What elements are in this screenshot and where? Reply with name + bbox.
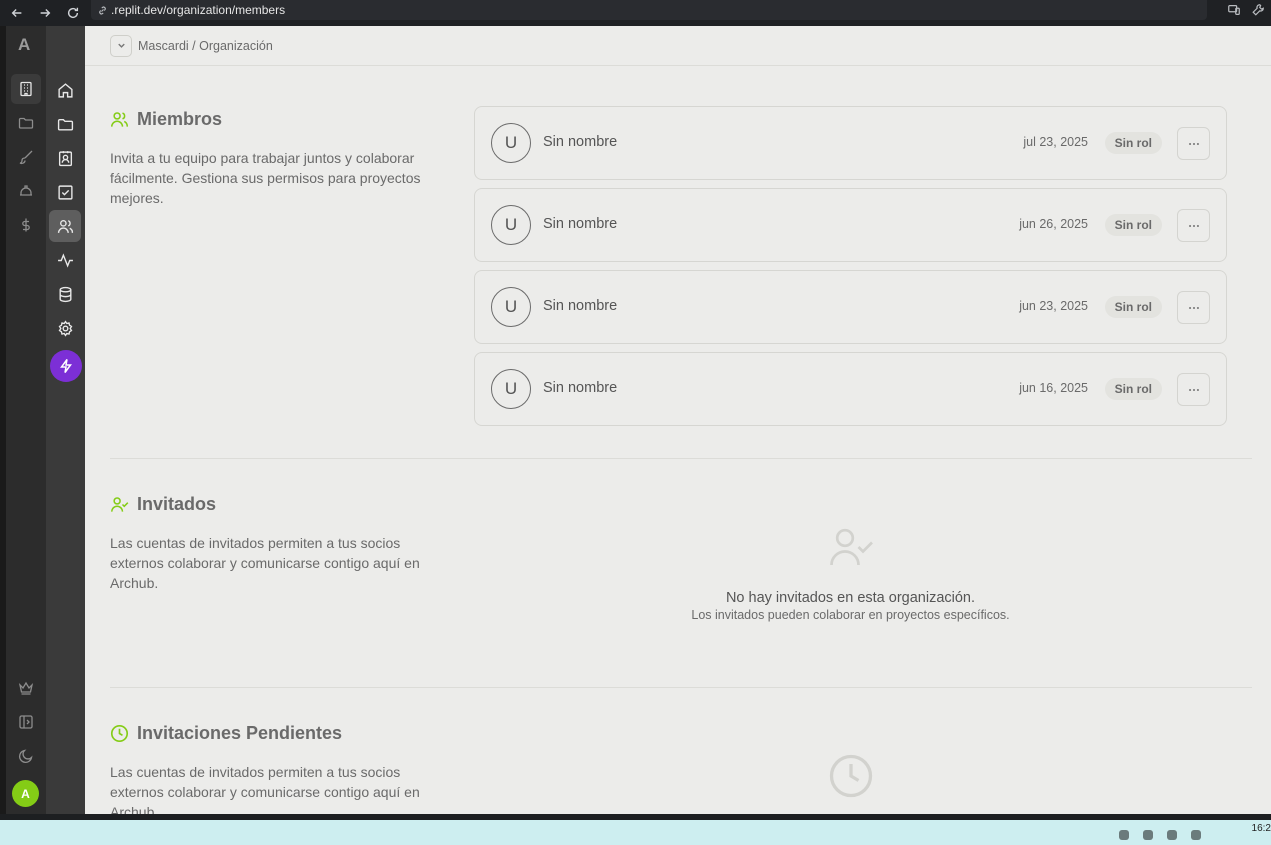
user-avatar[interactable]: A: [12, 780, 39, 807]
clock: 16:2: [1251, 823, 1271, 834]
link-icon: [99, 6, 106, 14]
tray-icon[interactable]: [1119, 830, 1129, 840]
dollar-icon[interactable]: [11, 210, 41, 240]
member-date: jun 26, 2025: [1019, 217, 1088, 231]
guests-empty-state: No hay invitados en esta organización. L…: [474, 523, 1227, 622]
address-bar[interactable]: .replit.dev/organization/members: [91, 0, 1207, 20]
sidebar-toggle-icon[interactable]: [11, 707, 41, 737]
member-name: Sin nombre: [543, 298, 618, 314]
clock-icon: [829, 754, 872, 798]
chevron-down-icon[interactable]: [110, 34, 132, 57]
volume-icon[interactable]: [1167, 830, 1177, 840]
member-card: U Sin nombre jun 23, 2025 Sin rol: [474, 270, 1227, 344]
empty-title: No hay invitados en esta organización.: [725, 590, 976, 606]
role-badge[interactable]: Sin rol: [1104, 378, 1162, 400]
contacts-icon[interactable]: [49, 142, 81, 174]
clock-icon: [110, 724, 129, 743]
reload-icon[interactable]: [62, 2, 84, 24]
tasks-checkbox-icon[interactable]: [49, 176, 81, 208]
role-badge[interactable]: Sin rol: [1104, 214, 1162, 236]
projects-folder-icon[interactable]: [49, 108, 81, 140]
more-options-icon[interactable]: [1177, 291, 1210, 324]
folder-icon[interactable]: [11, 108, 41, 138]
divider: [110, 458, 1252, 459]
more-options-icon[interactable]: [1177, 373, 1210, 406]
construction-helmet-icon[interactable]: [11, 176, 41, 206]
system-tray: [1119, 830, 1201, 840]
member-card: U Sin nombre jun 16, 2025 Sin rol: [474, 352, 1227, 426]
network-icon[interactable]: [1143, 830, 1153, 840]
battery-icon[interactable]: [1191, 830, 1201, 840]
wrench-icon[interactable]: [1251, 3, 1265, 17]
role-badge[interactable]: Sin rol: [1104, 132, 1162, 154]
members-icon[interactable]: [49, 210, 81, 242]
section-description: Invita a tu equipo para trabajar juntos …: [110, 150, 421, 206]
member-date: jun 16, 2025: [1019, 381, 1088, 395]
brush-icon[interactable]: [11, 142, 41, 172]
browser-toolbar: .replit.dev/organization/members: [0, 0, 1271, 26]
database-icon[interactable]: [49, 278, 81, 310]
section-title: Invitaciones Pendientes: [137, 723, 343, 743]
member-name: Sin nombre: [543, 134, 618, 150]
member-name: Sin nombre: [543, 216, 618, 232]
settings-gear-icon[interactable]: [49, 312, 81, 344]
member-avatar: U: [491, 205, 531, 245]
home-icon[interactable]: [49, 74, 81, 106]
main-content: Mascardi / Organización Miembros Invita …: [85, 26, 1271, 814]
pending-empty-state: [474, 752, 1227, 805]
section-title: Miembros: [137, 109, 223, 129]
organization-icon[interactable]: [11, 74, 41, 104]
empty-subtitle: Los invitados pueden colaborar en proyec…: [691, 608, 1010, 622]
workspace-rail: A A: [0, 26, 46, 814]
bolt-icon[interactable]: [50, 350, 82, 382]
section-description: Las cuentas de invitados permiten a tus …: [110, 535, 420, 591]
member-avatar: U: [491, 369, 531, 409]
users-icon: [111, 112, 128, 127]
breadcrumb: Mascardi / Organización: [138, 38, 273, 53]
os-taskbar: 16:2: [0, 814, 1271, 845]
member-avatar: U: [491, 287, 531, 327]
section-description: Las cuentas de invitados permiten a tus …: [110, 764, 420, 814]
user-check-icon: [829, 528, 873, 566]
member-date: jul 23, 2025: [1023, 135, 1088, 149]
devices-icon[interactable]: [1227, 3, 1241, 17]
more-options-icon[interactable]: [1177, 127, 1210, 160]
member-name: Sin nombre: [543, 380, 618, 396]
user-check-icon: [111, 497, 129, 512]
section-nav: [46, 26, 85, 814]
section-title: Invitados: [137, 494, 217, 514]
dark-mode-icon[interactable]: [11, 741, 41, 771]
more-options-icon[interactable]: [1177, 209, 1210, 242]
divider: [110, 687, 1252, 688]
activity-icon[interactable]: [49, 244, 81, 276]
member-card: U Sin nombre jul 23, 2025 Sin rol: [474, 106, 1227, 180]
crown-icon[interactable]: [11, 673, 41, 703]
forward-icon[interactable]: [34, 2, 56, 24]
back-icon[interactable]: [6, 2, 28, 24]
member-avatar: U: [491, 123, 531, 163]
app-logo[interactable]: A: [18, 35, 30, 55]
member-date: jun 23, 2025: [1019, 299, 1088, 313]
top-bar: Mascardi / Organización: [85, 26, 1271, 66]
member-card: U Sin nombre jun 26, 2025 Sin rol: [474, 188, 1227, 262]
role-badge[interactable]: Sin rol: [1104, 296, 1162, 318]
url-text: .replit.dev/organization/members: [111, 3, 286, 17]
